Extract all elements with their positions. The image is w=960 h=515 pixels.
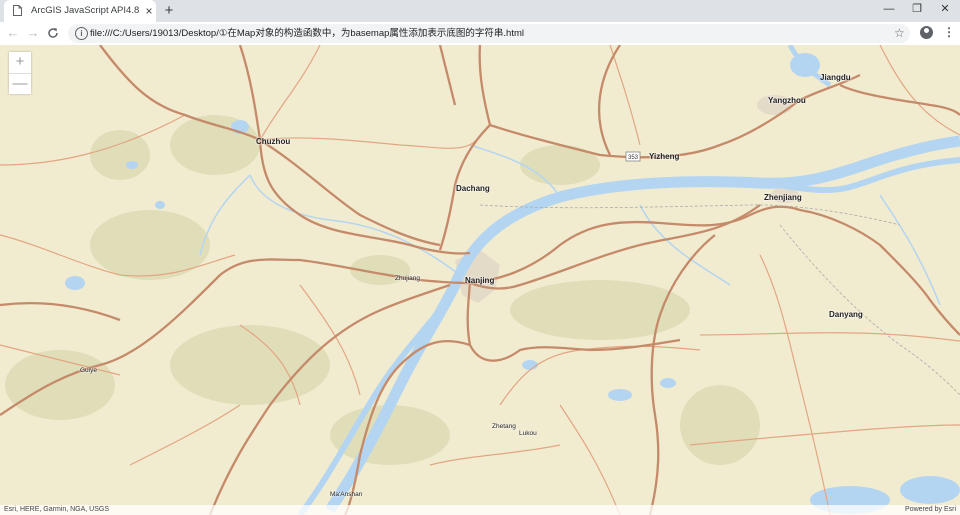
- city-label-lukou: Lukou: [519, 430, 537, 437]
- close-window-button[interactable]: ✕: [930, 0, 960, 20]
- railway-east: [779, 224, 960, 396]
- zoom-in-button[interactable]: +: [9, 52, 31, 73]
- urban-areas: [455, 95, 799, 303]
- city-label-danyang: Danyang: [829, 310, 863, 319]
- zoom-out-button[interactable]: —: [9, 73, 31, 95]
- city-label-yizheng: Yizheng: [649, 152, 680, 161]
- close-tab-icon[interactable]: ×: [143, 4, 155, 18]
- info-icon[interactable]: i: [75, 27, 88, 40]
- browser-toolbar: ← → i file:///C:/Users/19013/Desktop/①在M…: [0, 22, 960, 46]
- city-label-dachang: Dachang: [456, 184, 490, 193]
- powered-by-link[interactable]: Powered by Esri: [905, 505, 956, 515]
- city-label-zhujiang: Zhujiang: [395, 275, 420, 282]
- page-icon: [13, 5, 22, 16]
- city-label-zhenjiang: Zhenjiang: [764, 193, 802, 202]
- new-tab-button[interactable]: +: [160, 2, 178, 20]
- highway-shield: 353: [625, 151, 641, 162]
- bookmark-star-icon[interactable]: ☆: [894, 25, 905, 41]
- highway-shield-label: 353: [628, 155, 639, 161]
- minimize-button[interactable]: —: [874, 0, 904, 20]
- back-button[interactable]: ←: [4, 24, 22, 42]
- map-view[interactable]: 353 Jiangdu Yangzhou Chuzhou Yizheng Dac…: [0, 45, 960, 515]
- reload-icon: [48, 28, 58, 38]
- city-label-maanshan: Ma'Anshan: [330, 491, 363, 498]
- menu-icon[interactable]: ⋮: [943, 24, 955, 41]
- account-icon[interactable]: [920, 26, 933, 39]
- tab-title: ArcGIS JavaScript API4.8 底图:...: [31, 5, 139, 16]
- attribution-bar: Esri, HERE, Garmin, NGA, USGS Powered by…: [0, 505, 960, 515]
- tab-strip: ArcGIS JavaScript API4.8 底图:... × + — ❐ …: [0, 0, 960, 22]
- zoom-widget: + —: [9, 52, 31, 94]
- maximize-button[interactable]: ❐: [902, 0, 932, 20]
- city-label-nanjing: Nanjing: [465, 276, 495, 285]
- address-bar[interactable]: i file:///C:/Users/19013/Desktop/①在Map对象…: [68, 24, 910, 43]
- city-label-jiangdu: Jiangdu: [820, 73, 851, 82]
- attribution-text[interactable]: Esri, HERE, Garmin, NGA, USGS: [4, 505, 109, 515]
- city-label-zhetang: Zhetang: [492, 423, 516, 430]
- city-label-guiye: Guiye: [80, 367, 97, 374]
- city-label-yangzhou: Yangzhou: [768, 96, 806, 105]
- forward-button[interactable]: →: [24, 24, 42, 42]
- browser-tab[interactable]: ArcGIS JavaScript API4.8 底图:... ×: [4, 0, 156, 22]
- city-label-chuzhou: Chuzhou: [256, 137, 291, 146]
- url-text[interactable]: file:///C:/Users/19013/Desktop/①在Map对象的构…: [90, 27, 524, 40]
- reload-button[interactable]: [44, 24, 62, 42]
